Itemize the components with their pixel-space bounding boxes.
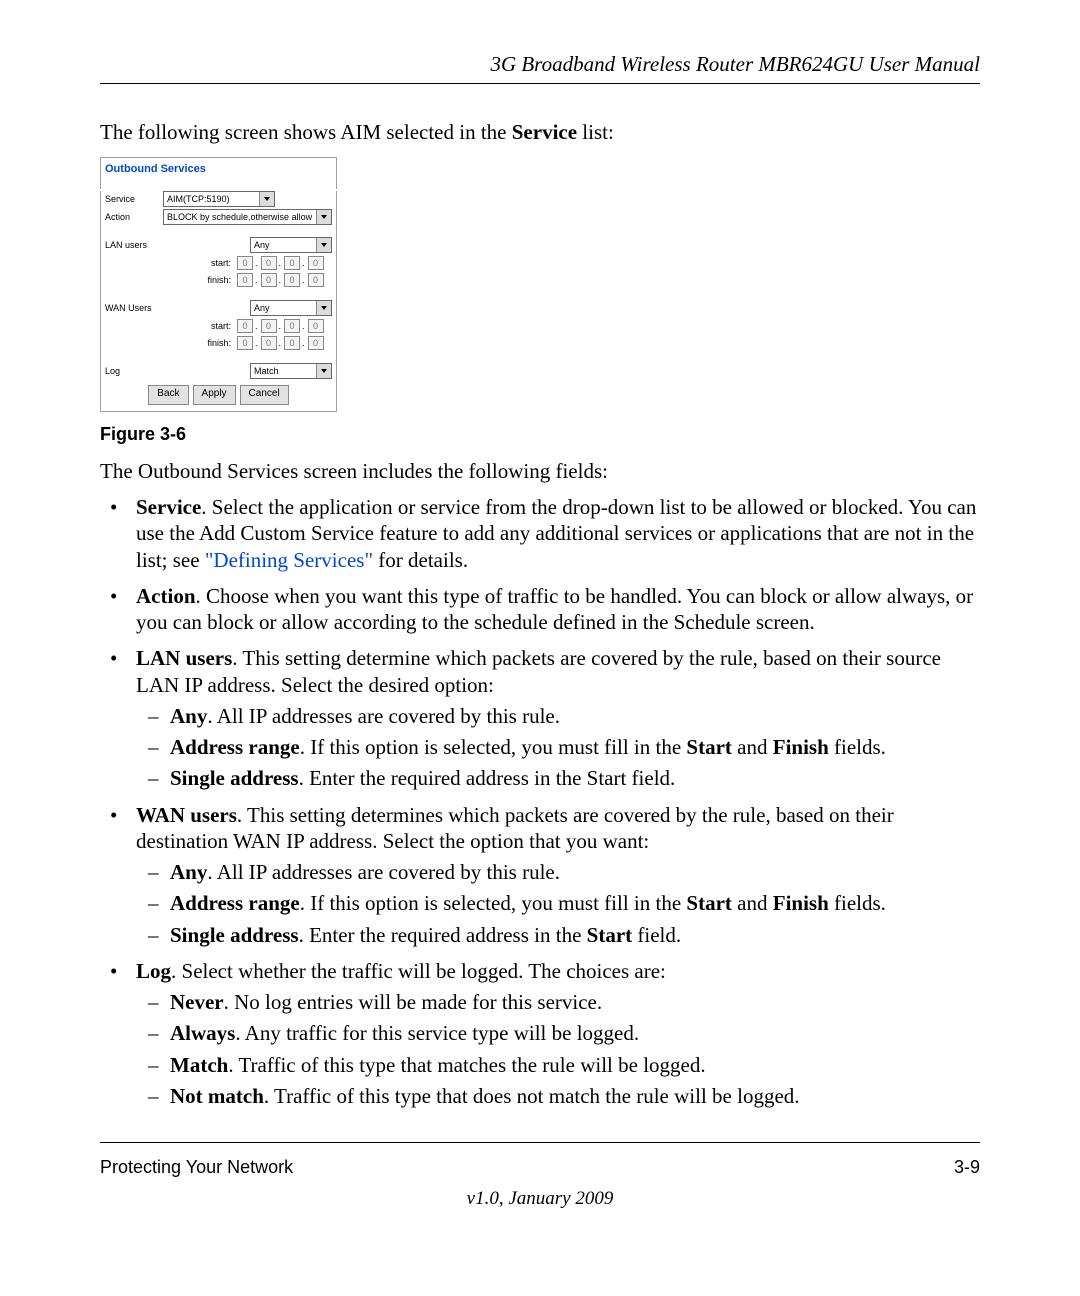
item-action: Action. Choose when you want this type o… xyxy=(100,583,980,636)
lead-paragraph: The Outbound Services screen includes th… xyxy=(100,459,980,484)
ip-octet-input[interactable]: 0 xyxy=(237,336,253,350)
item-lan-users: LAN users. This setting determine which … xyxy=(100,645,980,791)
select-lan-value: Any xyxy=(251,240,316,250)
figure-caption: Figure 3-6 xyxy=(100,424,980,445)
panel-body: Service AIM(TCP:5190) Action BLOCK by sc… xyxy=(100,191,337,412)
label-finish: finish: xyxy=(163,338,235,348)
panel-title: Outbound Services xyxy=(100,157,337,189)
label-wan-users: WAN Users xyxy=(105,303,163,313)
item-log: Log. Select whether the traffic will be … xyxy=(100,958,980,1109)
running-header: 3G Broadband Wireless Router MBR624GU Us… xyxy=(100,52,980,77)
back-button[interactable]: Back xyxy=(148,385,188,405)
footer-version: v1.0, January 2009 xyxy=(0,1188,1080,1210)
lan-range: Address range. If this option is selecte… xyxy=(136,734,980,760)
wan-finish-row: finish: 0. 0. 0. 0 xyxy=(163,336,332,350)
select-log[interactable]: Match xyxy=(250,363,332,379)
lan-single: Single address. Enter the required addre… xyxy=(136,765,980,791)
manual-page: 3G Broadband Wireless Router MBR624GU Us… xyxy=(0,0,1080,1296)
select-lan-users[interactable]: Any xyxy=(250,237,332,253)
footer-section: Protecting Your Network xyxy=(100,1157,293,1178)
chevron-down-icon xyxy=(316,301,331,315)
wan-start-row: start: 0. 0. 0. 0 xyxy=(163,319,332,333)
intro-paragraph: The following screen shows AIM selected … xyxy=(100,120,980,145)
apply-button[interactable]: Apply xyxy=(193,385,236,405)
term-log: Log xyxy=(136,959,171,983)
intro-pre: The following screen shows AIM selected … xyxy=(100,120,512,144)
label-log: Log xyxy=(105,366,163,376)
ip-octet-input[interactable]: 0 xyxy=(308,256,324,270)
term-lan-users: LAN users xyxy=(136,646,232,670)
lan-finish-row: finish: 0. 0. 0. 0 xyxy=(163,273,332,287)
log-always: Always. Any traffic for this service typ… xyxy=(136,1020,980,1046)
ip-octet-input[interactable]: 0 xyxy=(308,319,324,333)
label-start: start: xyxy=(163,258,235,268)
term-wan-users: WAN users xyxy=(136,803,237,827)
xref-defining-services[interactable]: "Defining Services" xyxy=(205,548,373,572)
wan-single: Single address. Enter the required addre… xyxy=(136,922,980,948)
wan-any: Any. All IP addresses are covered by thi… xyxy=(136,859,980,885)
intro-bold: Service xyxy=(512,120,577,144)
select-service-value: AIM(TCP:5190) xyxy=(164,194,259,204)
footer-row: Protecting Your Network 3-9 xyxy=(100,1157,980,1178)
log-match: Match. Traffic of this type that matches… xyxy=(136,1052,980,1078)
ip-octet-input[interactable]: 0 xyxy=(237,319,253,333)
figure-screenshot: Outbound Services Service AIM(TCP:5190) … xyxy=(100,157,337,412)
label-action: Action xyxy=(105,212,163,222)
item-wan-users: WAN users. This setting determines which… xyxy=(100,802,980,948)
log-never: Never. No log entries will be made for t… xyxy=(136,989,980,1015)
header-rule xyxy=(100,83,980,84)
label-start: start: xyxy=(163,321,235,331)
ip-octet-input[interactable]: 0 xyxy=(284,273,300,287)
ip-octet-input[interactable]: 0 xyxy=(237,256,253,270)
select-service[interactable]: AIM(TCP:5190) xyxy=(163,191,275,207)
ip-octet-input[interactable]: 0 xyxy=(261,336,277,350)
ip-octet-input[interactable]: 0 xyxy=(284,256,300,270)
ip-octet-input[interactable]: 0 xyxy=(237,273,253,287)
ip-octet-input[interactable]: 0 xyxy=(308,273,324,287)
label-lan-users: LAN users xyxy=(105,240,163,250)
ip-octet-input[interactable]: 0 xyxy=(284,336,300,350)
chevron-down-icon xyxy=(316,238,331,252)
select-wan-users[interactable]: Any xyxy=(250,300,332,316)
cancel-button[interactable]: Cancel xyxy=(240,385,289,405)
select-log-value: Match xyxy=(251,366,316,376)
chevron-down-icon xyxy=(259,192,274,206)
lan-start-row: start: 0. 0. 0. 0 xyxy=(163,256,332,270)
select-action-value: BLOCK by schedule,otherwise allow xyxy=(164,212,316,222)
select-wan-value: Any xyxy=(251,303,316,313)
select-action[interactable]: BLOCK by schedule,otherwise allow xyxy=(163,209,332,225)
chevron-down-icon xyxy=(316,210,331,224)
ip-octet-input[interactable]: 0 xyxy=(261,256,277,270)
wan-range: Address range. If this option is selecte… xyxy=(136,890,980,916)
ip-octet-input[interactable]: 0 xyxy=(261,319,277,333)
ip-octet-input[interactable]: 0 xyxy=(308,336,324,350)
term-action: Action xyxy=(136,584,196,608)
lan-any: Any. All IP addresses are covered by thi… xyxy=(136,703,980,729)
term-service: Service xyxy=(136,495,201,519)
intro-post: list: xyxy=(577,120,614,144)
log-notmatch: Not match. Traffic of this type that doe… xyxy=(136,1083,980,1109)
ip-octet-input[interactable]: 0 xyxy=(284,319,300,333)
label-finish: finish: xyxy=(163,275,235,285)
item-service: Service. Select the application or servi… xyxy=(100,494,980,573)
footer-rule xyxy=(100,1142,980,1143)
label-service: Service xyxy=(105,194,163,204)
chevron-down-icon xyxy=(316,364,331,378)
footer-page: 3-9 xyxy=(954,1157,980,1178)
field-list: Service. Select the application or servi… xyxy=(100,494,980,1109)
ip-octet-input[interactable]: 0 xyxy=(261,273,277,287)
